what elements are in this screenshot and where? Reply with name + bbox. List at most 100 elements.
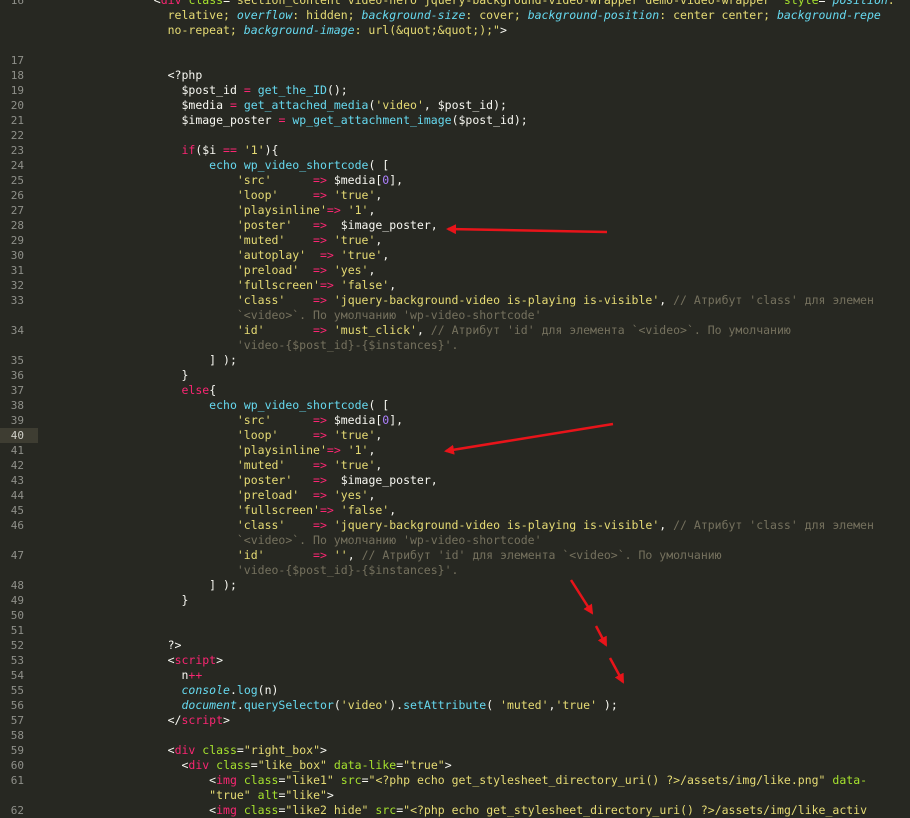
code-line[interactable]: 52 ?> — [0, 638, 910, 653]
line-number — [0, 308, 38, 323]
code-line[interactable]: 42 'muted' => 'true', — [0, 458, 910, 473]
code-line[interactable]: 'video-{$post_id}-{$instances}'. — [0, 563, 910, 578]
code-line[interactable]: 'video-{$post_id}-{$instances}'. — [0, 338, 910, 353]
code-line[interactable]: 44 'preload' => 'yes', — [0, 488, 910, 503]
code-line[interactable]: 37 else{ — [0, 383, 910, 398]
code-text: no-repeat; background-image: url(&quot;&… — [38, 23, 910, 38]
code-line[interactable]: 58 — [0, 728, 910, 743]
code-line[interactable]: 21 $image_poster = wp_get_attachment_ima… — [0, 113, 910, 128]
code-line[interactable]: 36 } — [0, 368, 910, 383]
code-token: 'jquery-background-video is-playing is-v… — [333, 518, 660, 532]
code-line[interactable]: 27 'playsinline'=> '1', — [0, 203, 910, 218]
code-token: src — [340, 773, 362, 787]
code-line[interactable]: 16 <div class="section_content video-her… — [0, 0, 910, 8]
code-line[interactable]: 48 ] ); — [0, 578, 910, 593]
code-token: ], — [389, 173, 404, 187]
code-token: 'loop' — [236, 188, 279, 202]
line-number: 34 — [0, 323, 38, 338]
code-line[interactable]: 28 'poster' => $image_poster, — [0, 218, 910, 233]
line-number: 37 — [0, 383, 38, 398]
code-line[interactable]: 38 echo wp_video_shortcode( [ — [0, 398, 910, 413]
code-line[interactable]: "true" alt="like"> — [0, 788, 910, 803]
code-token: 'src' — [236, 413, 272, 427]
code-token: ], — [389, 413, 404, 427]
code-token: 'true' — [555, 698, 597, 712]
line-number — [0, 788, 38, 803]
code-line[interactable]: 50 — [0, 608, 910, 623]
line-number: 33 — [0, 293, 38, 308]
code-line[interactable]: 26 'loop' => 'true', — [0, 188, 910, 203]
code-line[interactable]: 34 'id' => 'must_click', // Атрибут 'id'… — [0, 323, 910, 338]
code-token: 'video' — [340, 698, 390, 712]
code-line[interactable]: 19 $post_id = get_the_ID(); — [0, 83, 910, 98]
code-line[interactable]: 53 <script> — [0, 653, 910, 668]
code-line[interactable]: 22 — [0, 128, 910, 143]
code-line[interactable] — [0, 38, 910, 53]
code-line[interactable]: 23 if($i == '1'){ — [0, 143, 910, 158]
code-token: background-position — [527, 8, 660, 22]
code-line[interactable]: 55 console.log(n) — [0, 683, 910, 698]
code-token: echo — [209, 158, 237, 172]
code-line[interactable]: 31 'preload' => 'yes', — [0, 263, 910, 278]
code-line[interactable]: relative; overflow: hidden; background-s… — [0, 8, 910, 23]
code-token: document — [181, 698, 237, 712]
line-number: 18 — [0, 68, 38, 83]
code-line[interactable]: 25 'src' => $media[0], — [0, 173, 910, 188]
code-line[interactable]: 39 'src' => $media[0], — [0, 413, 910, 428]
code-line[interactable]: 30 'autoplay' => 'true', — [0, 248, 910, 263]
code-token: } — [181, 368, 189, 382]
code-line[interactable]: `<video>`. По умолчанию 'wp-video-shortc… — [0, 533, 910, 548]
code-line[interactable]: 35 ] ); — [0, 353, 910, 368]
code-line[interactable]: 29 'muted' => 'true', — [0, 233, 910, 248]
code-line[interactable]: no-repeat; background-image: url(&quot;&… — [0, 23, 910, 38]
code-line[interactable]: 47 'id' => '', // Атрибут 'id' для элеме… — [0, 548, 910, 563]
code-line[interactable]: 43 'poster' => $image_poster, — [0, 473, 910, 488]
code-token: wp_get_attachment_image — [292, 113, 452, 127]
code-line[interactable]: 18 <?php — [0, 68, 910, 83]
line-number: 57 — [0, 713, 38, 728]
code-line[interactable]: 40 'loop' => 'true', — [0, 428, 910, 443]
code-line[interactable]: 17 — [0, 53, 910, 68]
code-line[interactable]: 20 $media = get_attached_media('video', … — [0, 98, 910, 113]
code-line[interactable]: 24 echo wp_video_shortcode( [ — [0, 158, 910, 173]
code-line[interactable]: 49 } — [0, 593, 910, 608]
code-line[interactable]: 57 </script> — [0, 713, 910, 728]
code-editor[interactable]: 16 <div class="section_content video-her… — [0, 0, 910, 818]
code-line[interactable]: 61 <img class="like1" src="<?php echo ge… — [0, 773, 910, 788]
code-token: , — [368, 203, 376, 217]
code-line[interactable]: 54 n++ — [0, 668, 910, 683]
code-line[interactable]: 32 'fullscreen'=> 'false', — [0, 278, 910, 293]
code-line[interactable]: 59 <div class="right_box"> — [0, 743, 910, 758]
code-token: img — [216, 773, 237, 787]
code-line[interactable]: 46 'class' => 'jquery-background-video i… — [0, 518, 910, 533]
code-token: ( — [333, 698, 341, 712]
code-line[interactable]: 51 — [0, 623, 910, 638]
line-number: 31 — [0, 263, 38, 278]
code-line[interactable]: 45 'fullscreen'=> 'false', — [0, 503, 910, 518]
line-number: 47 — [0, 548, 38, 563]
code-token: background-repe — [776, 8, 881, 22]
code-line[interactable]: 62 <img class="like2 hide" src="<?php ec… — [0, 803, 910, 818]
code-line[interactable]: 33 'class' => 'jquery-background-video i… — [0, 293, 910, 308]
code-token: , — [375, 458, 383, 472]
code-line[interactable]: 60 <div class="like_box" data-like="true… — [0, 758, 910, 773]
code-line[interactable]: `<video>`. По умолчанию 'wp-video-shortc… — [0, 308, 910, 323]
code-line[interactable]: 56 document.querySelector('video').setAt… — [0, 698, 910, 713]
line-number — [0, 563, 38, 578]
code-token: // Атрибут 'class' для элемен — [673, 293, 874, 307]
code-line[interactable]: 41 'playsinline'=> '1', — [0, 443, 910, 458]
code-token: class — [243, 773, 279, 787]
